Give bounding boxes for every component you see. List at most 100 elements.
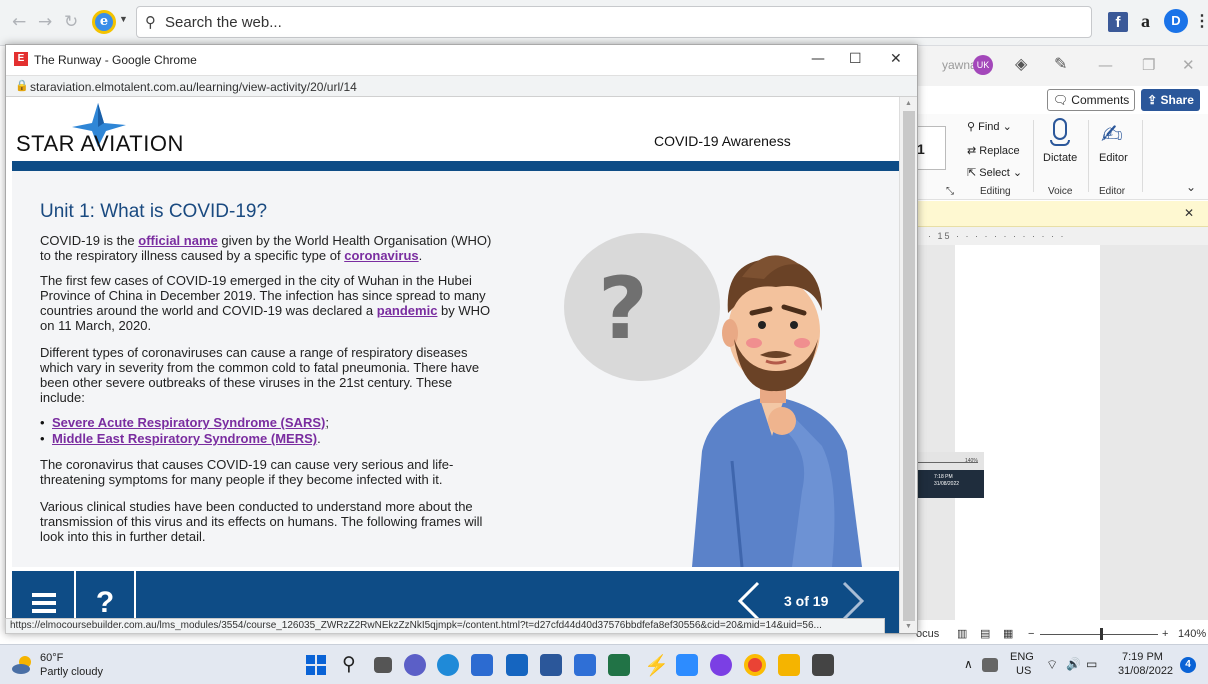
p1-text-a: COVID-19 is the: [40, 233, 139, 248]
ribbon-collapse-icon[interactable]: ⌄: [1186, 180, 1196, 194]
region-code[interactable]: US: [1016, 665, 1031, 677]
file-explorer-icon[interactable]: [778, 654, 800, 676]
dropbox-icon[interactable]: [574, 654, 596, 676]
app-circle-icon[interactable]: [710, 654, 732, 676]
word-info-bar: [900, 201, 1208, 227]
facebook-icon[interactable]: f: [1108, 12, 1128, 32]
thumbnail-time: 7:18 PM: [934, 474, 953, 480]
restore-icon[interactable]: ❐: [1142, 56, 1155, 74]
chevron-right-icon[interactable]: [838, 581, 868, 621]
language-code[interactable]: ENG: [1010, 651, 1034, 663]
lock-icon: 🔒: [15, 79, 29, 92]
print-layout-icon[interactable]: ▤: [980, 624, 990, 644]
dialog-launcher-icon[interactable]: ⤡: [946, 186, 954, 197]
search-input[interactable]: ⚲ Search the web...: [136, 6, 1092, 38]
mers-link[interactable]: Middle East Respiratory Syndrome (MERS): [52, 431, 317, 446]
minimize-icon[interactable]: —: [811, 51, 825, 67]
word-page[interactable]: [955, 245, 1100, 620]
minimize-icon[interactable]: —: [1098, 56, 1113, 74]
amazon-icon[interactable]: a: [1141, 11, 1150, 33]
vertical-scrollbar[interactable]: ▲ ▼: [899, 97, 917, 633]
scrollbar-thumb[interactable]: [903, 111, 915, 621]
mail-icon[interactable]: [506, 654, 528, 676]
microphone-icon[interactable]: [1053, 118, 1067, 140]
zoom-slider-thumb[interactable]: [1100, 628, 1103, 640]
dictate-label[interactable]: Dictate: [1043, 152, 1077, 164]
battery-icon[interactable]: ▭: [1086, 657, 1097, 671]
pen-icon[interactable]: ✎: [1054, 54, 1067, 73]
back-arrow-icon[interactable]: ←: [12, 12, 26, 32]
question-mark-icon: ?: [598, 259, 648, 359]
excel-icon[interactable]: [608, 654, 630, 676]
editor-pen-icon[interactable]: ✍: [1101, 120, 1123, 150]
hamburger-bar: [32, 601, 56, 605]
zoom-in-icon[interactable]: +: [1162, 624, 1168, 644]
scroll-up-icon[interactable]: ▲: [905, 100, 912, 107]
windows-taskbar: 60°F Partly cloudy ⚲ ⚡ ∧ ENG US ⌔ 🔊 ▭ 7:…: [0, 644, 1208, 684]
editor-label[interactable]: Editor: [1099, 152, 1128, 164]
weather-temp[interactable]: 60°F: [40, 652, 63, 664]
chrome-icon[interactable]: [744, 654, 766, 676]
tray-overflow-icon[interactable]: ∧: [964, 657, 973, 671]
close-icon[interactable]: ✕: [1182, 56, 1195, 74]
tray-app-icon[interactable]: [982, 658, 998, 672]
pandemic-link[interactable]: pandemic: [377, 303, 438, 318]
zoom-out-icon[interactable]: −: [1028, 624, 1034, 644]
teams-chat-icon[interactable]: [404, 654, 426, 676]
elmo-favicon-icon: E: [14, 52, 28, 66]
list-item: Severe Acute Respiratory Syndrome (SARS)…: [40, 415, 329, 430]
zoom-app-icon[interactable]: [676, 654, 698, 676]
weather-description[interactable]: Partly cloudy: [40, 666, 103, 678]
search-icon[interactable]: ⚲: [342, 653, 356, 675]
volume-icon[interactable]: 🔊: [1066, 657, 1081, 671]
app-lightning-icon[interactable]: ⚡: [644, 653, 669, 678]
web-layout-icon[interactable]: ▦: [1003, 624, 1013, 644]
search-icon: ⚲: [145, 13, 156, 31]
snipping-tool-icon[interactable]: [812, 654, 834, 676]
select-label: Select: [979, 167, 1010, 179]
clock-time[interactable]: 7:19 PM: [1122, 651, 1163, 663]
find-button[interactable]: ⚲ Find ⌄: [967, 120, 1012, 133]
extension-d-icon[interactable]: D: [1164, 9, 1188, 33]
clock-date[interactable]: 31/08/2022: [1118, 665, 1173, 677]
sars-link[interactable]: Severe Acute Respiratory Syndrome (SARS): [52, 415, 325, 430]
avatar[interactable]: UK: [973, 55, 993, 75]
more-menu-icon[interactable]: ⋮: [1194, 11, 1208, 33]
read-mode-icon[interactable]: ▥: [957, 624, 967, 644]
focus-mode-label[interactable]: ocus: [916, 624, 939, 644]
notification-badge[interactable]: 4: [1180, 657, 1196, 673]
refresh-icon[interactable]: ↻: [64, 12, 78, 32]
scroll-down-icon[interactable]: ▼: [905, 623, 912, 630]
course-frame: STAR AVIATION COVID-19 Awareness Unit 1:…: [12, 97, 899, 633]
close-icon[interactable]: ✕: [1184, 206, 1194, 220]
link-status-bubble: https://elmocoursebuilder.com.au/lms_mod…: [5, 618, 885, 634]
official-name-link[interactable]: official name: [138, 233, 217, 248]
zoom-slider[interactable]: [1040, 634, 1158, 635]
unit-title: Unit 1: What is COVID-19?: [40, 201, 268, 222]
word-ruler: · 15 · · · · · · · · · · · ·: [900, 227, 1208, 245]
share-button[interactable]: ⇪ Share: [1141, 89, 1200, 111]
chevron-down-icon[interactable]: ▼: [119, 14, 128, 24]
edge-browser-icon[interactable]: [437, 654, 459, 676]
wifi-icon[interactable]: ⌔: [1046, 657, 1058, 673]
ribbon-divider: [1033, 120, 1034, 192]
replace-button[interactable]: ⇄ Replace: [967, 144, 1020, 157]
close-icon[interactable]: ✕: [890, 51, 902, 67]
comments-button[interactable]: 🗨 Comments: [1047, 89, 1135, 111]
start-button-icon[interactable]: [306, 655, 326, 675]
chevron-left-icon[interactable]: [734, 581, 764, 621]
forward-arrow-icon[interactable]: →: [38, 12, 52, 32]
word-icon[interactable]: [540, 654, 562, 676]
coronavirus-link[interactable]: coronavirus: [344, 248, 418, 263]
microsoft-store-icon[interactable]: [471, 654, 493, 676]
course-title: COVID-19 Awareness: [654, 133, 791, 149]
paragraph-4: The coronavirus that causes COVID-19 can…: [40, 457, 454, 487]
popup-address-bar[interactable]: 🔒 staraviation.elmotalent.com.au/learnin…: [6, 75, 917, 97]
ie-logo-icon[interactable]: e: [92, 10, 116, 34]
task-view-icon[interactable]: [374, 657, 392, 673]
diamond-icon[interactable]: ◈: [1015, 54, 1027, 73]
maximize-icon[interactable]: ☐: [849, 51, 862, 67]
select-button[interactable]: ⇱ Select ⌄: [967, 166, 1022, 179]
weather-partly-cloudy-icon[interactable]: [12, 655, 34, 675]
zoom-level[interactable]: 140%: [1178, 624, 1206, 644]
